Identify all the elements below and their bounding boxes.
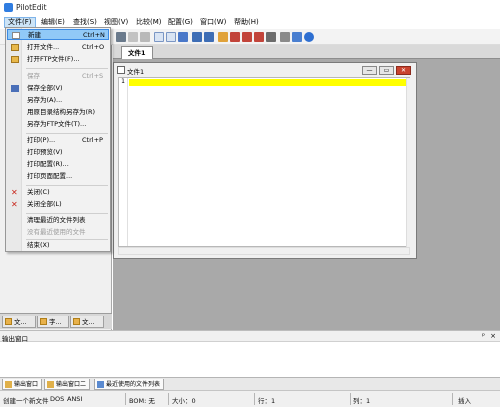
document-icon [117,66,125,74]
macro-stop-icon[interactable] [242,32,252,42]
left-tab-label: 字... [49,318,62,326]
menu-item-save-as-dir[interactable]: 用原目录结构另存为(R) [7,107,109,118]
font-icon [40,318,47,325]
menu-item-close[interactable]: ✕ 关闭(C) [7,187,109,198]
help-icon[interactable] [304,32,314,42]
replace-icon[interactable] [166,32,176,42]
status-message: 创建一个新文件 [3,397,49,405]
menu-config[interactable]: 配置(G) [165,17,196,28]
menu-item-save[interactable]: 保存 Ctrl+S [7,71,109,82]
restore-button[interactable]: ▭ [379,66,394,75]
status-bar: 创建一个新文件 DOS ANSI BOM: 无 大小：0 行：1 列：1 插入 [0,390,500,407]
folder-icon [5,318,12,325]
macro-record-icon[interactable] [230,32,240,42]
menu-item-open-ftp[interactable]: 打开FTP文件(F)... [7,54,109,65]
app-icon [4,3,13,12]
left-panel-tabs: 文... 字... 文... [0,313,112,329]
doc-tab-file1[interactable]: 文件1 [121,46,153,59]
menu-item-save-all[interactable]: 保存全部(V) [7,83,109,94]
line-number-gutter: 1 [119,78,128,246]
left-tab-folders[interactable]: 文... [70,316,104,328]
macro-play-icon[interactable] [254,32,264,42]
ftp-folder-icon [11,56,19,63]
menu-item-new[interactable]: 新建 Ctrl+N [7,29,109,40]
output-tab-2[interactable]: 输出窗口二 [44,379,91,390]
bookmark-icon[interactable] [218,32,228,42]
goto-icon[interactable] [178,32,188,42]
new-file-icon [12,32,20,39]
menu-item-page-setup[interactable]: 打印页面配置... [7,171,109,182]
cut-icon[interactable] [116,32,126,42]
menu-item-print[interactable]: 打印(P)... Ctrl+P [7,135,109,146]
folder-icon [73,318,80,325]
output-area[interactable] [0,342,500,377]
status-bom: BOM: 无 [129,397,155,405]
prev-icon[interactable] [204,32,214,42]
title-bar: PilotEdit [0,0,500,15]
close-icon: ✕ [11,188,18,197]
menu-item-clear-recent[interactable]: 清理最近的文件列表 [7,215,109,226]
current-line-highlight [129,79,406,86]
left-tab-label: 文... [82,318,95,326]
output-tab-recent[interactable]: 最近使用的文件列表 [94,379,165,390]
status-insert-mode: 插入 [458,397,471,405]
menu-compare[interactable]: 比较(M) [133,17,165,28]
output-window-header: 输出窗口 ᵖ × [0,330,500,343]
menu-item-close-all[interactable]: ✕ 关闭全部(L) [7,199,109,210]
pin-icon[interactable]: ᵖ [482,332,485,340]
menu-item-print-preview[interactable]: 打印预览(V) [7,147,109,158]
left-tab-label: 文... [14,318,27,326]
output-icon [47,381,54,388]
status-line-ending: DOS [50,395,65,403]
find-icon[interactable] [154,32,164,42]
minimize-button[interactable]: — [362,66,377,75]
status-size: 大小：0 [172,397,196,405]
save-all-icon [11,85,19,92]
output-tab-1[interactable]: 输出窗口 [2,379,43,390]
horizontal-scrollbar[interactable] [118,247,410,255]
status-column: 列：1 [353,397,371,405]
output-tab-label: 输出窗口二 [56,381,87,388]
recent-files-icon [97,381,104,388]
menu-item-save-as[interactable]: 另存为(A)... [7,95,109,106]
output-tab-label: 输出窗口 [14,381,39,388]
document-tabs: 文件1 [113,45,500,59]
text-editor[interactable]: 1 [118,77,411,248]
close-output-icon[interactable]: × [490,332,496,340]
vertical-scrollbar[interactable] [406,78,411,248]
output-icon [5,381,12,388]
document-window-title: 文件1 [127,68,145,76]
folder-open-icon [11,44,19,51]
menu-item-no-recent: 没有最近使用的文件 [27,228,86,236]
close-all-icon: ✕ [11,200,18,209]
output-tab-label: 最近使用的文件列表 [106,381,161,388]
next-icon[interactable] [192,32,202,42]
menu-item-save-as-ftp[interactable]: 另存为FTP文件(T)... [7,119,109,130]
menu-item-exit[interactable]: 结束(X) [7,240,109,251]
close-button[interactable]: ✕ [396,66,411,75]
column-mode-icon[interactable] [266,32,276,42]
paste-icon[interactable] [140,32,150,42]
file-menu-dropdown: 新建 Ctrl+N 打开文件... Ctrl+O 打开FTP文件(F)... 保… [5,27,111,252]
menu-item-print-config[interactable]: 打印配置(R)... [7,159,109,170]
status-line: 行：1 [258,397,276,405]
copy-icon[interactable] [128,32,138,42]
settings-icon[interactable] [292,32,302,42]
output-tabs: 输出窗口 输出窗口二 最近使用的文件列表 [0,377,500,390]
menu-window[interactable]: 窗口(W) [197,17,229,28]
left-tab-files[interactable]: 文... [2,316,36,328]
line-number: 1 [121,78,125,85]
menu-item-open[interactable]: 打开文件... Ctrl+O [7,42,109,53]
print-icon[interactable] [280,32,290,42]
document-window: 文件1 — ▭ ✕ 1 [113,62,417,259]
document-window-titlebar[interactable]: 文件1 — ▭ ✕ [114,63,416,77]
menu-help[interactable]: 帮助(H) [231,17,262,28]
app-title: PilotEdit [16,3,47,12]
status-encoding: ANSI [67,395,83,403]
left-tab-fonts[interactable]: 字... [37,316,69,328]
